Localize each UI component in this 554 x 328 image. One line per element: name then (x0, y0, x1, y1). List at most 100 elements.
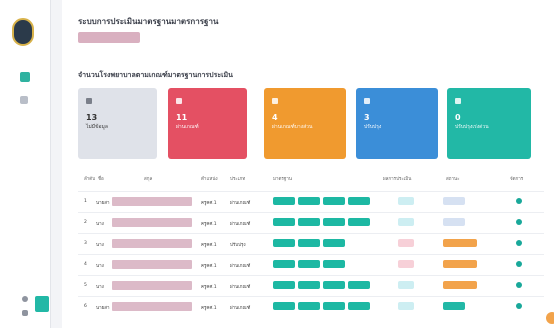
row-no: 1 (84, 199, 87, 204)
row-type: ผ่านเกณฑ์ (230, 306, 251, 311)
logout-icon[interactable] (22, 310, 28, 316)
row-name: นาง (96, 243, 104, 248)
card-value: 13 (86, 113, 98, 122)
standard-tag[interactable] (298, 197, 320, 205)
standard-tag[interactable] (323, 218, 345, 226)
card-label: ผ่านเกณฑ์บางส่วน (272, 124, 313, 130)
redacted-name (112, 239, 192, 248)
result-badge (398, 281, 414, 289)
card-label: ไม่มีข้อมูล (86, 124, 108, 130)
status-badge (443, 197, 465, 205)
table-row: 6 นายสา ครูคศ.1 ผ่านเกณฑ์ (78, 296, 544, 317)
standard-tag[interactable] (273, 302, 295, 310)
standard-tags (273, 302, 373, 312)
standard-tag[interactable] (348, 218, 370, 226)
standard-tag[interactable] (323, 260, 345, 268)
row-position: ครูคศ.1 (201, 243, 217, 248)
col-result: ผลการประเมิน (383, 177, 412, 182)
redacted-name (112, 197, 192, 206)
card-label: ผ่านเกณฑ์ (176, 124, 199, 130)
table-row: 3 นาง ครูคศ.1 ปรับปรุง (78, 233, 544, 254)
col-type: ประเภท (230, 177, 246, 182)
col-status: สถานะ (446, 177, 460, 182)
result-badge (398, 218, 414, 226)
card-pass[interactable]: 11 ผ่านเกณฑ์ (168, 88, 247, 159)
redacted-name (112, 218, 192, 227)
logo (12, 18, 34, 46)
standard-tag[interactable] (348, 281, 370, 289)
standard-tag[interactable] (273, 239, 295, 247)
page-title: ระบบการประเมินมาตรฐานมาตรการฐาน (78, 17, 219, 26)
standard-tag[interactable] (298, 239, 320, 247)
standard-tags (273, 218, 373, 228)
sidebar (0, 0, 51, 328)
action-button[interactable] (516, 198, 522, 204)
card-no-data[interactable]: 13 ไม่มีข้อมูล (78, 88, 157, 159)
row-position: ครูคศ.1 (201, 264, 217, 269)
row-no: 5 (84, 283, 87, 288)
card-label: ปรับปรุงเร่งด่วน (455, 124, 489, 130)
result-badge (398, 197, 414, 205)
standard-tags (273, 281, 373, 291)
col-action: จัดการ (510, 177, 524, 182)
col-no: ลำดับ (84, 177, 96, 182)
card-icon (272, 98, 278, 104)
standard-tag[interactable] (273, 218, 295, 226)
standard-tag[interactable] (348, 197, 370, 205)
row-position: ครูคศ.1 (201, 222, 217, 227)
table-header: ลำดับ ชื่อ สกุล ตำแหน่ง ประเภท มาตรฐาน ผ… (78, 172, 544, 184)
row-type: ผ่านเกณฑ์ (230, 264, 251, 269)
list-icon[interactable] (20, 96, 28, 104)
card-icon (176, 98, 182, 104)
card-value: 11 (176, 113, 188, 122)
action-button[interactable] (516, 261, 522, 267)
row-type: ปรับปรุง (230, 243, 246, 248)
row-no: 2 (84, 220, 87, 225)
standard-tag[interactable] (298, 281, 320, 289)
standard-tag[interactable] (323, 281, 345, 289)
row-type: ผ่านเกณฑ์ (230, 285, 251, 290)
card-icon (455, 98, 461, 104)
dashboard-icon[interactable] (20, 72, 30, 82)
row-no: 3 (84, 241, 87, 246)
standard-tag[interactable] (323, 197, 345, 205)
row-name: นาง (96, 285, 104, 290)
col-standard: มาตรฐาน (273, 177, 292, 182)
standard-tags (273, 260, 348, 270)
row-type: ผ่านเกณฑ์ (230, 201, 251, 206)
action-button[interactable] (516, 219, 522, 225)
card-value: 4 (272, 113, 278, 122)
card-improve[interactable]: 3 ปรับปรุง (356, 88, 438, 159)
standard-tag[interactable] (273, 260, 295, 268)
card-partial[interactable]: 4 ผ่านเกณฑ์บางส่วน (264, 88, 346, 159)
standard-tag[interactable] (323, 302, 345, 310)
col-position: ตำแหน่ง (201, 177, 218, 182)
result-badge (398, 260, 414, 268)
standard-tag[interactable] (273, 197, 295, 205)
card-icon (86, 98, 92, 104)
floating-action-button[interactable] (546, 312, 554, 324)
standard-tag[interactable] (323, 239, 345, 247)
status-badge (443, 218, 465, 226)
result-badge (398, 239, 414, 247)
action-button[interactable] (516, 303, 522, 309)
action-button[interactable] (516, 282, 522, 288)
row-name: นายสา (96, 306, 110, 311)
standard-tag[interactable] (298, 302, 320, 310)
table-row: 5 นาง ครูคศ.1 ผ่านเกณฑ์ (78, 275, 544, 296)
redacted-name (112, 302, 192, 311)
sidebar-toggle-button[interactable] (35, 296, 49, 312)
card-value: 3 (364, 113, 370, 122)
user-icon[interactable] (22, 296, 28, 302)
row-name: นาง (96, 264, 104, 269)
row-position: ครูคศ.1 (201, 201, 217, 206)
action-button[interactable] (516, 240, 522, 246)
standard-tag[interactable] (298, 260, 320, 268)
col-surname: สกุล (144, 177, 153, 182)
standard-tag[interactable] (298, 218, 320, 226)
row-type: ผ่านเกณฑ์ (230, 222, 251, 227)
card-urgent[interactable]: 0 ปรับปรุงเร่งด่วน (447, 88, 531, 159)
standard-tag[interactable] (348, 302, 370, 310)
table-row: 4 นาง ครูคศ.1 ผ่านเกณฑ์ (78, 254, 544, 275)
standard-tag[interactable] (273, 281, 295, 289)
